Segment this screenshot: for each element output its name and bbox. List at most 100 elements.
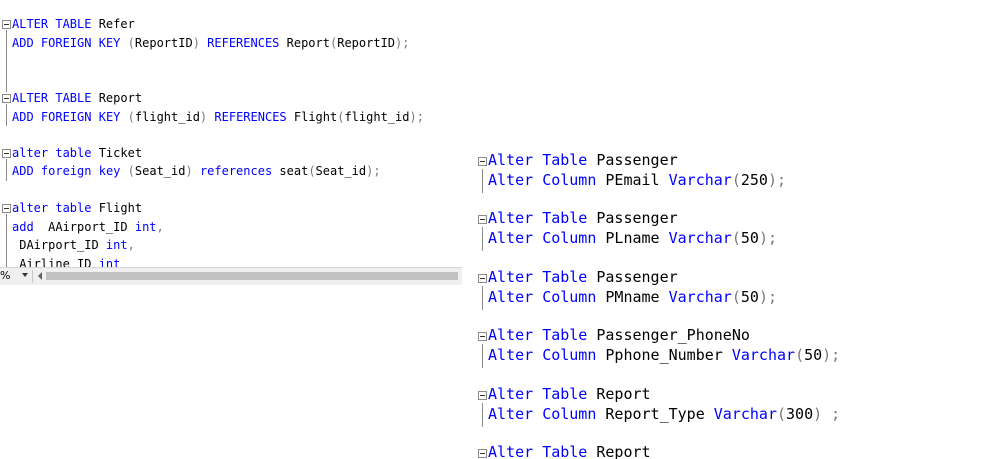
code-token: Varchar xyxy=(668,171,732,189)
code-token: int xyxy=(134,220,157,234)
left-query-editor[interactable]: ALTER TABLE Refer ADD FOREIGN KEY (Repor… xyxy=(0,0,462,292)
code-line[interactable]: ALTER TABLE Report xyxy=(12,89,142,107)
code-token: Report xyxy=(587,385,651,403)
outline-gutter-line xyxy=(6,30,7,92)
code-token: TABLE xyxy=(55,91,92,105)
code-token: Passenger xyxy=(587,268,678,286)
code-token: ); xyxy=(395,36,410,50)
code-token: Report_Type xyxy=(596,405,714,423)
outline-gutter-line xyxy=(6,159,7,181)
code-token: Alter xyxy=(488,229,534,247)
code-line[interactable]: ADD FOREIGN KEY (flight_id) REFERENCES F… xyxy=(12,108,424,126)
collapse-box-icon[interactable] xyxy=(478,157,487,166)
editor-status-bar: % xyxy=(0,267,462,285)
code-token: PMname xyxy=(596,288,669,306)
code-token: ReportID xyxy=(337,36,396,50)
code-token: Ticket xyxy=(91,146,143,160)
code-token: flight_id xyxy=(134,110,200,124)
code-token: Alter xyxy=(488,268,534,286)
code-line[interactable]: Alter Table Passenger xyxy=(488,208,678,228)
code-token: ( xyxy=(777,405,787,423)
code-token: Passenger xyxy=(587,151,678,169)
code-token: Report xyxy=(587,443,651,459)
code-token: ) xyxy=(813,405,823,423)
code-token: table xyxy=(55,201,92,215)
code-line[interactable]: Alter Table Passenger xyxy=(488,267,678,287)
code-token: Column xyxy=(542,288,597,306)
code-line[interactable]: Alter Table Passenger_PhoneNo xyxy=(488,325,750,345)
code-line[interactable]: Alter Column Report_Type Varchar(300) ; xyxy=(488,404,840,424)
code-token: ADD xyxy=(12,164,34,178)
code-token: Column xyxy=(542,229,597,247)
dropdown-arrow-icon[interactable] xyxy=(22,273,28,277)
code-line[interactable]: Alter Column Pphone_Number Varchar(50); xyxy=(488,345,840,365)
collapse-box-icon[interactable] xyxy=(2,94,11,103)
code-token: ( xyxy=(127,164,135,178)
code-line[interactable]: Alter Column PLname Varchar(50); xyxy=(488,228,777,248)
code-token: KEY xyxy=(98,36,121,50)
code-line[interactable]: Alter Table Report xyxy=(488,442,651,459)
collapse-box-icon[interactable] xyxy=(478,449,487,458)
code-token: REFERENCES xyxy=(207,36,280,50)
outline-gutter-line xyxy=(6,104,7,126)
code-token: Table xyxy=(542,151,588,169)
scroll-left-arrow-icon[interactable] xyxy=(38,272,42,280)
outline-gutter-line xyxy=(482,227,483,251)
code-line[interactable]: ADD FOREIGN KEY (ReportID) REFERENCES Re… xyxy=(12,34,409,52)
code-line[interactable]: add AAirport_ID int, xyxy=(12,218,164,236)
code-line[interactable]: ADD foreign key (Seat_id) references sea… xyxy=(12,162,381,180)
code-token: ); xyxy=(758,288,777,306)
right-query-editor[interactable]: Alter Table Passenger Alter Column PEmai… xyxy=(472,142,1000,459)
code-token: table xyxy=(55,146,92,160)
collapse-box-icon[interactable] xyxy=(478,215,487,224)
code-token: REFERENCES xyxy=(214,110,287,124)
collapse-box-icon[interactable] xyxy=(478,391,487,400)
collapse-box-icon[interactable] xyxy=(2,20,11,29)
horizontal-scrollbar[interactable] xyxy=(46,272,458,280)
code-line[interactable]: alter table Flight xyxy=(12,199,142,217)
collapse-box-icon[interactable] xyxy=(2,149,11,158)
code-token: ( xyxy=(308,164,316,178)
code-token: Table xyxy=(542,443,588,459)
code-token: Table xyxy=(542,209,588,227)
code-line[interactable]: ALTER TABLE Refer xyxy=(12,15,135,33)
collapse-box-icon[interactable] xyxy=(478,332,487,341)
code-token: Alter xyxy=(488,151,534,169)
code-token: Alter xyxy=(488,405,534,423)
code-token: Table xyxy=(542,326,588,344)
code-token: flight_id xyxy=(344,110,410,124)
outline-gutter-line xyxy=(482,344,483,368)
code-token: Passenger_PhoneNo xyxy=(587,326,750,344)
code-line[interactable]: alter table Ticket xyxy=(12,144,142,162)
code-line[interactable]: DAirport_ID int, xyxy=(12,236,135,254)
collapse-box-icon[interactable] xyxy=(478,274,487,283)
collapse-box-icon[interactable] xyxy=(2,204,11,213)
outline-gutter-line xyxy=(482,286,483,310)
code-token: 50 xyxy=(804,346,823,364)
code-line[interactable]: Alter Table Report xyxy=(488,384,651,404)
code-token: 250 xyxy=(740,171,768,189)
code-token: Alter xyxy=(488,385,534,403)
code-token: Table xyxy=(542,385,588,403)
code-token: Report xyxy=(91,91,143,105)
code-token: references xyxy=(199,164,273,178)
code-token: 300 xyxy=(786,405,814,423)
code-line[interactable]: Alter Table Passenger xyxy=(488,150,678,170)
code-line[interactable]: Alter Column PEmail Varchar(250); xyxy=(488,170,786,190)
code-token: ; xyxy=(822,405,841,423)
code-token: 50 xyxy=(740,288,759,306)
code-token: 50 xyxy=(740,229,759,247)
code-token: , xyxy=(127,238,135,252)
code-line[interactable]: Alter Column PMname Varchar(50); xyxy=(488,287,777,307)
code-token: Varchar xyxy=(731,346,796,364)
code-token: ( xyxy=(731,288,741,306)
